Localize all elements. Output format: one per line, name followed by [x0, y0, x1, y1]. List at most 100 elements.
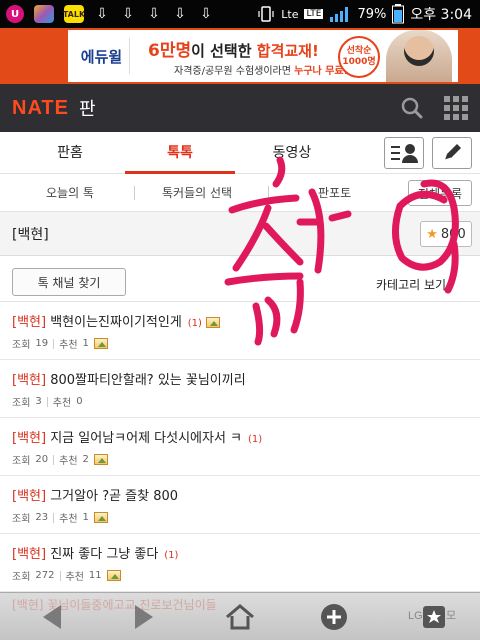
profile-button[interactable]: [384, 137, 424, 169]
ad-badge: 선착순 1000명: [338, 36, 380, 78]
tab-toktok[interactable]: 톡톡: [125, 132, 235, 174]
views-count: 3: [35, 396, 42, 407]
channel-title: [백현]: [12, 227, 49, 243]
post-tag: [백현]: [12, 547, 47, 562]
ad-banner[interactable]: 에듀윌 6만명이 선택한 합격교재! 자격증/공무원 수험생이라면 누구나 무료…: [0, 28, 480, 84]
tab-video[interactable]: 동영상: [237, 132, 347, 174]
list-item[interactable]: [백현] 진짜 좋다 그냥 좋다 (1) 조회 272 추천 11: [0, 534, 480, 592]
add-button[interactable]: [318, 601, 350, 633]
divider: [53, 338, 55, 349]
recommend-label: 추천: [52, 398, 72, 409]
star-icon: ★: [426, 226, 438, 242]
comment-count: (1): [187, 318, 202, 329]
bookmark-star-icon: [423, 606, 445, 628]
list-item[interactable]: [백현] 그거알아 ?곧 즐찾 800 조회 23 추천 1: [0, 476, 480, 534]
clock: 오후 3:04: [410, 7, 472, 23]
search-icon[interactable]: [400, 96, 424, 120]
battery-percent: 79%: [357, 6, 387, 22]
tab-pan-home[interactable]: 판홈: [15, 132, 125, 174]
network-prefix: Lte: [281, 7, 299, 21]
post-title[interactable]: [백현] 백현이는진짜이기적인게 (1): [12, 311, 221, 330]
divider: [134, 186, 135, 200]
recommend-label: 추천: [59, 456, 78, 467]
recommend-count: 11: [88, 570, 102, 581]
download-icon: ⇩: [148, 6, 160, 22]
post-title[interactable]: [백현] 진짜 좋다 그냥 좋다 (1): [12, 543, 178, 562]
app-notification-icon: [34, 5, 54, 23]
list-item[interactable]: [백현] 지금 일어남ㅋ어제 다섯시에자서 ㅋ (1) 조회 20 추천 2: [0, 418, 480, 476]
views-count: 20: [35, 454, 49, 465]
ad-headline-highlight: 6만명: [148, 41, 192, 61]
post-tag: [백현]: [12, 431, 47, 446]
bookmark-button[interactable]: [418, 601, 450, 633]
write-button[interactable]: [432, 137, 472, 169]
uplus-icon: U: [6, 5, 24, 23]
divider: [53, 512, 55, 523]
ad-headline: 6만명이 선택한 합격교재!: [148, 36, 319, 61]
ad-sub-text: 자격증/공무원 수험생이라면: [174, 66, 295, 77]
views-count: 23: [35, 512, 49, 523]
ad-logo: 에듀윌: [74, 38, 130, 74]
download-icon: ⇩: [122, 6, 134, 22]
list-item[interactable]: [백현] 백현이는진짜이기적인게 (1) 조회 19 추천 1: [0, 302, 480, 360]
full-list-button[interactable]: 전체목록: [408, 180, 472, 206]
signal-icon: [330, 7, 349, 22]
sub-tabs: 오늘의 톡 톡커들의 선택 판포토 전체목록: [0, 174, 480, 212]
views-label: 조회: [12, 340, 31, 351]
recommend-count: 0: [76, 396, 83, 407]
recommend-count: 1: [82, 512, 89, 523]
download-icon: ⇩: [200, 6, 212, 22]
post-meta: 조회 19 추천 1: [12, 336, 108, 351]
home-button[interactable]: [224, 601, 256, 633]
post-meta: 조회 3 추천 0: [12, 394, 83, 409]
ad-person-image: [386, 30, 452, 82]
battery-icon: [392, 4, 405, 24]
post-title-text: 진짜 좋다 그냥 좋다: [50, 547, 159, 562]
comment-count: (1): [248, 434, 263, 445]
subtab-today-talk[interactable]: 오늘의 톡: [46, 174, 94, 212]
list-item[interactable]: [백현] 800짤파티안할래? 있는 꽃님이끼리 조회 3 추천 0: [0, 360, 480, 418]
ad-banner-card[interactable]: 에듀윌 6만명이 선택한 합격교재! 자격증/공무원 수험생이라면 누구나 무료…: [68, 30, 458, 82]
nate-logo[interactable]: NATE: [12, 97, 69, 120]
image-icon: [93, 454, 108, 465]
status-bar: U TALK ⇩ ⇩ ⇩ ⇩ ⇩ Lte LTE 79% 오후 3:04: [0, 0, 480, 28]
image-icon: [93, 338, 108, 349]
post-meta: 조회 272 추천 11: [12, 568, 121, 583]
post-tag: [백현]: [12, 489, 47, 504]
divider: [268, 186, 269, 200]
post-list: [백현] 백현이는진짜이기적인게 (1) 조회 19 추천 1 [백현] 800짤파티…: [0, 302, 480, 592]
divider: [53, 454, 55, 465]
plus-circle-icon: [321, 604, 347, 630]
post-title[interactable]: [백현] 지금 일어남ㅋ어제 다섯시에자서 ㅋ (1): [12, 427, 262, 446]
ad-headline-rest: 이 선택한: [191, 42, 257, 60]
profile-list-icon: [391, 144, 418, 163]
comment-count: (1): [164, 550, 179, 561]
category-link[interactable]: 카테고리 보기: [376, 276, 446, 293]
recommend-count: 1: [82, 338, 89, 349]
download-icon: ⇩: [96, 6, 108, 22]
channel-header: [백현] ★ 800: [0, 212, 480, 256]
views-count: 272: [35, 570, 55, 581]
views-label: 조회: [12, 398, 31, 409]
home-icon: [226, 604, 254, 630]
post-title[interactable]: [백현] 800짤파티안할래? 있는 꽃님이끼리: [12, 369, 246, 388]
recommend-label: 추천: [59, 340, 78, 351]
divider: [46, 396, 48, 407]
favorite-button[interactable]: ★ 800: [420, 221, 472, 247]
vibrate-icon: [258, 6, 274, 22]
apps-grid-icon[interactable]: [444, 96, 468, 120]
image-icon: [106, 570, 121, 581]
find-channel-button[interactable]: 톡 채널 찾기: [12, 268, 126, 296]
network-type: LTE: [304, 9, 324, 19]
channel-tools: 톡 채널 찾기 카테고리 보기: [0, 256, 480, 302]
subtab-talkers-choice[interactable]: 톡커들의 선택: [162, 174, 232, 212]
post-meta: 조회 23 추천 1: [12, 510, 108, 525]
divider: [59, 570, 61, 581]
favorite-count: 800: [440, 226, 466, 242]
post-title-text: 그거알아 ?곧 즐찾 800: [50, 489, 179, 504]
subtab-pan-photo[interactable]: 판포토: [318, 174, 351, 212]
section-title: 판: [78, 99, 96, 120]
post-title-text: 지금 일어남ㅋ어제 다섯시에자서 ㅋ: [50, 431, 243, 446]
views-label: 조회: [12, 514, 31, 525]
post-title[interactable]: [백현] 그거알아 ?곧 즐찾 800: [12, 485, 178, 504]
